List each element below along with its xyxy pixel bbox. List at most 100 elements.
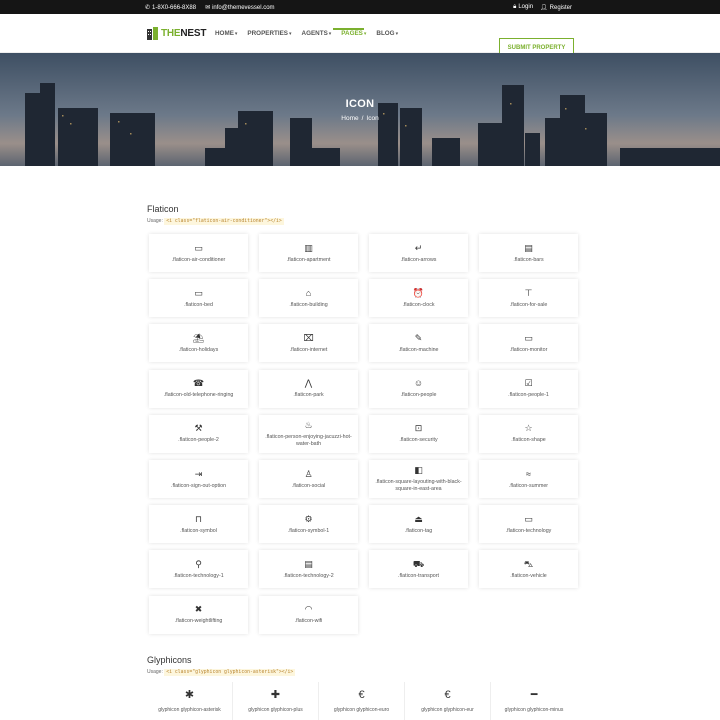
icon-card[interactable]: ♨ .flaticon-person-enjoying-jacuzzi-hot-w…	[259, 414, 358, 453]
dropdown-caret-icon: ▾	[234, 31, 238, 37]
icon-card[interactable]: ⊓ .flaticon-symbol	[149, 505, 248, 544]
glyphicons-row: ✱ glyphicon glyphicon-asterisk ✚ glyphicon …	[147, 682, 577, 720]
icon-card[interactable]: ⊡ .flaticon-security	[369, 414, 468, 453]
monitor-icon: ▭	[524, 332, 533, 343]
nav-item-home[interactable]: HOME▾	[215, 30, 237, 37]
nav-item-pages[interactable]: PAGES▾	[341, 30, 366, 37]
icon-class-label: .flaticon-park	[293, 392, 324, 399]
glyphicon-cell[interactable]: ✱ glyphicon glyphicon-asterisk	[147, 682, 233, 720]
park-icon: ⋀	[304, 378, 313, 389]
register-link[interactable]: 👤︎ Register	[540, 4, 572, 11]
for-sale-icon: ⊤	[524, 287, 533, 298]
building-logo-icon	[147, 27, 158, 40]
breadcrumb-home-link[interactable]: Home	[341, 115, 358, 122]
icon-card[interactable]: ▭ .flaticon-air-conditioner	[149, 234, 248, 272]
icon-card[interactable]: ▤ .flaticon-bars	[479, 234, 578, 272]
sign-out-icon: ⇥	[194, 468, 203, 479]
glyphicons-usage: Usage: <i class="glyphicon glyphicon-ast…	[147, 669, 296, 676]
icon-class-label: .flaticon-person-enjoying-jacuzzi-hot-wa…	[265, 433, 352, 447]
icon-card[interactable]: ▥ .flaticon-apartment	[259, 234, 358, 272]
nav-item-agents[interactable]: AGENTS▾	[302, 30, 332, 37]
glyphicon-class-label: glyphicon glyphicon-euro	[333, 707, 390, 713]
icon-card[interactable]: ☎ .flaticon-old-telephone-ringing	[149, 369, 248, 408]
icon-class-label: .flaticon-social	[291, 482, 326, 489]
login-link[interactable]: 🔒︎ Login	[513, 4, 533, 11]
icon-card[interactable]: ⛟ .flaticon-transport	[369, 550, 468, 589]
icon-card[interactable]: ⏏ .flaticon-tag	[369, 505, 468, 544]
icon-card[interactable]: ⏰ .flaticon-clock	[369, 279, 468, 318]
dropdown-caret-icon: ▾	[328, 31, 332, 37]
main-nav: HOME▾ PROPERTIES▾ AGENTS▾ PAGES▾ BLOG▾	[215, 30, 398, 37]
icon-card[interactable]: ⛱ .flaticon-holidays	[149, 324, 248, 363]
transport-icon: ⛟	[412, 558, 425, 569]
clock-icon: ⏰	[412, 287, 425, 298]
icon-class-label: .flaticon-security	[399, 437, 438, 444]
icon-card[interactable]: ↵ .flaticon-arrows	[369, 234, 468, 272]
icon-class-label: .flaticon-sign-out-option	[170, 482, 227, 489]
icon-card[interactable]: ◧ .flaticon-square-layouting-with-black-s…	[369, 460, 468, 498]
square-layout-icon: ◧	[414, 465, 423, 475]
glyphicon-cell[interactable]: ✚ glyphicon glyphicon-plus	[233, 682, 319, 720]
flaticon-usage: Usage: <i class="flaticon-air-conditione…	[147, 218, 284, 225]
email-contact[interactable]: ✉ info@themevessel.com	[205, 4, 274, 11]
icon-class-label: .flaticon-symbol-1	[287, 527, 330, 534]
glyphicon-class-label: glyphicon glyphicon-eur	[421, 707, 474, 713]
icon-card[interactable]: ⊤ .flaticon-for-sale	[479, 279, 578, 318]
building-icon: ⌂	[305, 287, 312, 298]
wifi-icon: ◠	[304, 604, 313, 615]
icon-card[interactable]: ▭ .flaticon-monitor	[479, 324, 578, 363]
holidays-icon: ⛱	[192, 332, 205, 343]
plus-icon: ✚	[270, 689, 281, 701]
nav-item-blog[interactable]: BLOG▾	[376, 30, 398, 37]
icon-class-label: .flaticon-weightlifting	[174, 618, 223, 625]
icon-card[interactable]: ⌧ .flaticon-internet	[259, 324, 358, 363]
flaticon-section-title: Flaticon	[147, 204, 179, 214]
breadcrumb: Home / Icon	[0, 115, 720, 122]
old-telephone-icon: ☎	[192, 378, 205, 389]
icon-card[interactable]: ⚲ .flaticon-technology-1	[149, 550, 248, 589]
phone-contact[interactable]: ✆ 1-8X0-666-8X88	[145, 4, 196, 11]
icon-class-label: .flaticon-air-conditioner	[171, 256, 226, 263]
icon-card[interactable]: ⚙ .flaticon-symbol-1	[259, 505, 358, 544]
glyphicon-cell[interactable]: € glyphicon glyphicon-eur	[405, 682, 491, 720]
icon-card[interactable]: ⇥ .flaticon-sign-out-option	[149, 460, 248, 498]
icon-card[interactable]: ⚒ .flaticon-people-2	[149, 414, 248, 453]
icon-card[interactable]: ⛍ .flaticon-vehicle	[479, 550, 578, 589]
icon-class-label: .flaticon-transport	[398, 572, 439, 579]
icon-card[interactable]: ☆ .flaticon-shape	[479, 414, 578, 453]
icon-card[interactable]: ✖ .flaticon-weightlifting	[149, 595, 248, 634]
logo-nest: NEST	[180, 28, 207, 39]
dropdown-caret-icon: ▾	[395, 31, 399, 37]
icon-class-label: .flaticon-holidays	[178, 346, 219, 353]
icon-class-label: .flaticon-technology	[505, 527, 552, 534]
icon-class-label: .flaticon-summer	[508, 482, 549, 489]
icon-class-label: .flaticon-building	[289, 301, 328, 308]
icon-class-label: .flaticon-for-sale	[509, 301, 548, 308]
glyphicon-cell[interactable]: ━ glyphicon glyphicon-minus	[491, 682, 577, 720]
asterisk-icon: ✱	[184, 689, 195, 701]
main-header: THE NEST HOME▾ PROPERTIES▾ AGENTS▾ PAGES▾ BLO…	[0, 14, 720, 58]
glyphicon-cell[interactable]: € glyphicon glyphicon-euro	[319, 682, 405, 720]
site-logo[interactable]: THE NEST	[146, 26, 206, 41]
icon-card[interactable]: ♙ .flaticon-social	[259, 460, 358, 498]
icon-class-label: .flaticon-people-2	[178, 437, 219, 444]
icon-class-label: .flaticon-apartment	[286, 256, 331, 263]
icon-card[interactable]: ⋀ .flaticon-park	[259, 369, 358, 408]
icon-card[interactable]: ⌂ .flaticon-building	[259, 279, 358, 318]
icon-card[interactable]: ▭ .flaticon-technology	[479, 505, 578, 544]
security-icon: ⊡	[414, 423, 423, 434]
icon-class-label: .flaticon-monitor	[509, 346, 548, 353]
icon-card[interactable]: ▤ .flaticon-technology-2	[259, 550, 358, 589]
technology-icon: ▭	[524, 513, 533, 524]
eur-icon: €	[444, 689, 451, 701]
icon-card[interactable]: ✎ .flaticon-machine	[369, 324, 468, 363]
icon-card[interactable]: ◠ .flaticon-wifi	[259, 595, 358, 634]
nav-item-properties[interactable]: PROPERTIES▾	[247, 30, 291, 37]
icon-class-label: .flaticon-shape	[511, 437, 546, 444]
technology-1-icon: ⚲	[195, 558, 202, 569]
technology-2-icon: ▤	[304, 558, 313, 569]
icon-card[interactable]: ≈ .flaticon-summer	[479, 460, 578, 498]
icon-card[interactable]: ☺ .flaticon-people	[369, 369, 468, 408]
icon-card[interactable]: ▭ .flaticon-bed	[149, 279, 248, 318]
icon-card[interactable]: ☑ .flaticon-people-1	[479, 369, 578, 408]
